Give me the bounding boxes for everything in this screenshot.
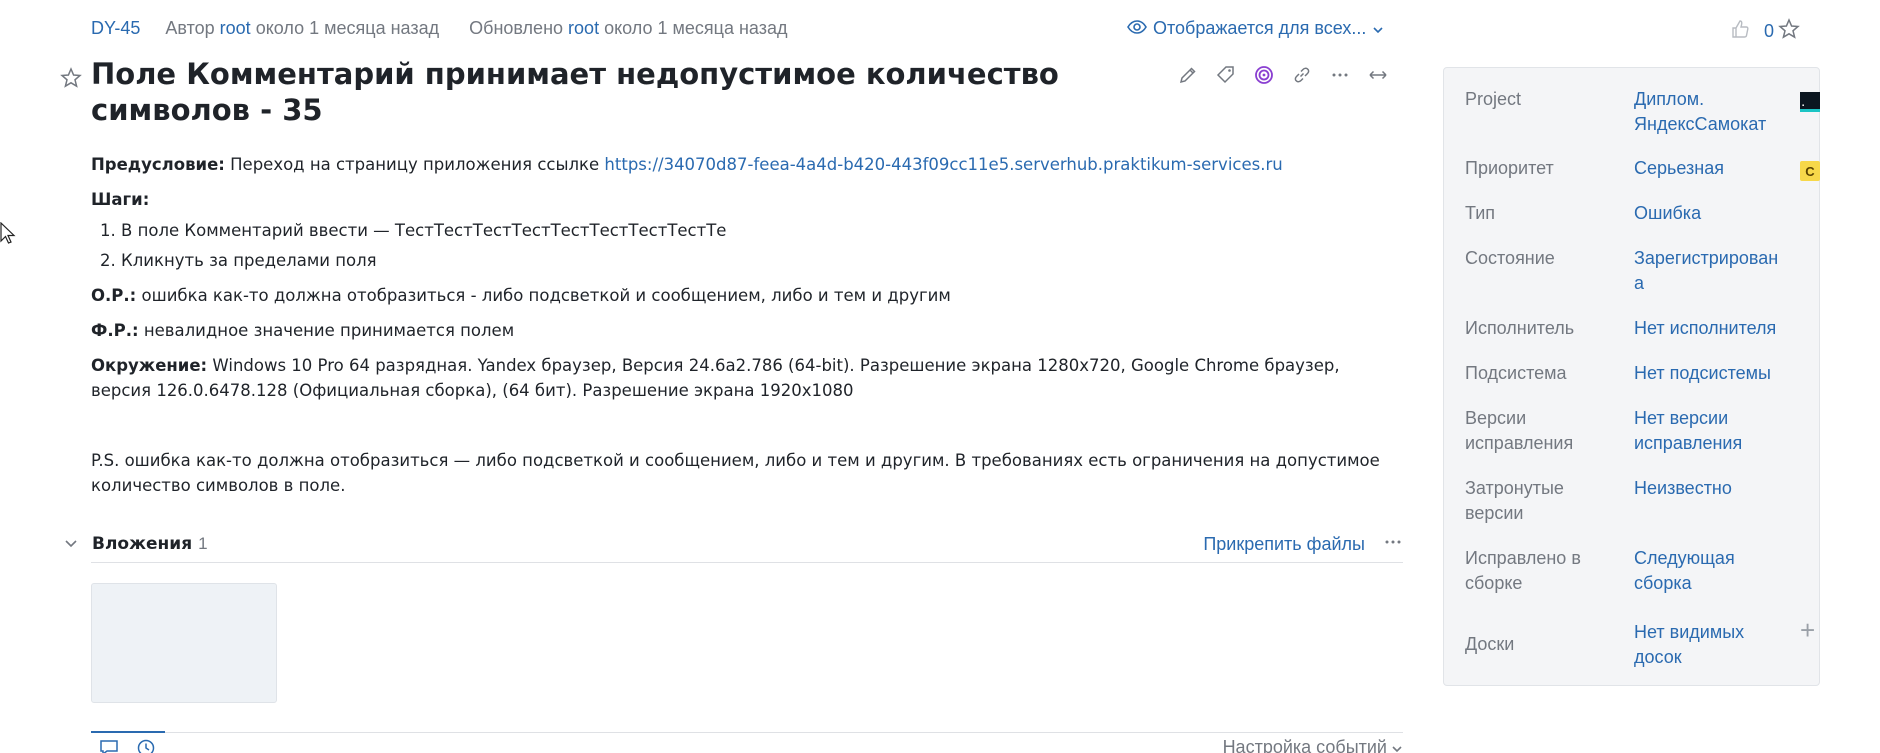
precondition-link[interactable]: https://34070d87-feea-4a4d-b420-443f09cc… xyxy=(604,155,1282,174)
collapse-chevron-icon[interactable] xyxy=(64,535,84,553)
issue-meta: DY-45 Автор root около 1 месяца назад Об… xyxy=(91,18,788,39)
field-value-fix-versions[interactable]: Нет версии исправления xyxy=(1634,406,1764,456)
vote-count: 0 xyxy=(1764,21,1775,41)
comments-tab-icon[interactable] xyxy=(99,739,119,753)
field-key: Доски xyxy=(1465,634,1515,654)
chevron-down-icon xyxy=(1391,737,1403,753)
eye-icon xyxy=(1127,18,1147,39)
attachments-actions: Прикрепить файлы xyxy=(1203,532,1403,557)
attach-files-button[interactable]: Прикрепить файлы xyxy=(1203,534,1365,555)
attachment-thumbnail[interactable] xyxy=(91,583,277,703)
ai-assistant-icon[interactable] xyxy=(1253,64,1275,86)
steps-heading: Шаги: xyxy=(91,187,1403,212)
field-key: Исполнитель xyxy=(1465,318,1575,338)
field-value-boards[interactable]: Нет видимых досок xyxy=(1634,620,1764,670)
attachments-count: 1 xyxy=(198,534,208,553)
field-key: Приоритет xyxy=(1465,158,1554,178)
event-settings-label: Настройка событий xyxy=(1222,737,1387,753)
field-key: Версии исправления xyxy=(1465,408,1574,453)
visibility-dropdown[interactable]: Отображается для всех... xyxy=(1127,18,1384,39)
expected-result-paragraph: О.Р.: ошибка как-то должна отобразиться … xyxy=(91,283,1403,308)
field-value-fixed-in-build[interactable]: Следующая сборка xyxy=(1634,546,1744,596)
chevron-down-icon xyxy=(1372,18,1384,39)
field-key: Тип xyxy=(1465,203,1496,223)
issue-fields-panel: Project Диплом. ЯндексСамокат ▪ Приорите… xyxy=(1443,67,1820,686)
environment-text: Windows 10 Pro 64 разрядная. Yandex брау… xyxy=(91,356,1340,400)
actual-text: невалидное значение принимается полем xyxy=(143,321,515,340)
visibility-label: Отображается для всех... xyxy=(1153,18,1367,38)
environment-label: Окружение: xyxy=(91,356,208,375)
mouse-cursor-icon xyxy=(0,221,16,251)
precondition-text: Переход на страницу приложения ссылке xyxy=(230,155,600,174)
attachments-header: Вложения 1 Прикрепить файлы xyxy=(64,526,1403,562)
steps-label: Шаги: xyxy=(91,190,150,209)
actual-result-paragraph: Ф.Р.: невалидное значение принимается по… xyxy=(91,318,1403,343)
field-value-assignee[interactable]: Нет исполнителя xyxy=(1634,316,1814,341)
field-key: Исправлено в сборке xyxy=(1465,548,1581,593)
history-clock-icon[interactable] xyxy=(137,739,155,753)
link-icon[interactable] xyxy=(1291,64,1313,86)
favorite-star-icon[interactable] xyxy=(60,67,82,94)
thumbs-up-icon[interactable] xyxy=(1730,19,1750,44)
issue-description: Предусловие: Переход на страницу приложе… xyxy=(91,152,1403,508)
field-value-subsystem[interactable]: Нет подсистемы xyxy=(1634,361,1814,386)
list-item: Кликнуть за пределами поля xyxy=(121,248,1403,273)
updated-prefix: Обновлено xyxy=(469,18,564,38)
field-key: Project xyxy=(1465,89,1522,109)
issue-id-link[interactable]: DY-45 xyxy=(91,18,140,38)
field-value-state[interactable]: Зарегистрирована xyxy=(1634,246,1784,296)
precondition-paragraph: Предусловие: Переход на страницу приложе… xyxy=(91,152,1403,177)
event-settings-dropdown[interactable]: Настройка событий xyxy=(1223,737,1403,753)
author-link[interactable]: root xyxy=(220,18,251,38)
updated-time: около 1 месяца назад xyxy=(604,18,788,38)
expected-text: ошибка как-то должна отобразиться - либо… xyxy=(141,286,951,305)
project-avatar-icon: ▪ xyxy=(1800,92,1820,112)
issue-actions-top: 0 xyxy=(1730,18,1800,45)
more-icon[interactable] xyxy=(1329,64,1351,86)
active-tab-indicator xyxy=(91,731,165,733)
precondition-label: Предусловие: xyxy=(91,155,225,174)
created-time: около 1 месяца назад xyxy=(255,18,440,38)
field-value-type[interactable]: Ошибка xyxy=(1634,201,1784,226)
field-value-project[interactable]: Диплом. ЯндексСамокат xyxy=(1634,87,1784,137)
expected-label: О.Р.: xyxy=(91,286,137,305)
list-item: В поле Комментарий ввести — ТестТестТест… xyxy=(121,218,1403,243)
environment-paragraph: Окружение: Windows 10 Pro 64 разрядная. … xyxy=(91,353,1403,403)
author-prefix: Автор xyxy=(165,18,215,38)
expand-width-icon[interactable] xyxy=(1367,64,1389,86)
divider xyxy=(91,562,1403,563)
title-toolbar xyxy=(1177,64,1389,86)
issue-title: Поле Комментарий принимает недопустимое … xyxy=(91,57,1059,127)
tag-icon[interactable] xyxy=(1215,64,1237,86)
attachments-more-icon[interactable] xyxy=(1383,532,1403,557)
ps-paragraph: P.S. ошибка как-то должна отобразиться —… xyxy=(91,451,1380,495)
field-key: Подсистема xyxy=(1465,363,1567,383)
star-icon[interactable] xyxy=(1778,18,1800,45)
field-value-affected-versions[interactable]: Неизвестно xyxy=(1634,476,1784,501)
edit-pencil-icon[interactable] xyxy=(1177,64,1199,86)
updater-link[interactable]: root xyxy=(568,18,599,38)
attachments-label: Вложения xyxy=(92,534,193,554)
activity-tabs: Настройка событий xyxy=(91,731,1403,753)
actual-label: Ф.Р.: xyxy=(91,321,139,340)
add-board-plus-icon[interactable]: + xyxy=(1800,617,1815,643)
field-value-priority[interactable]: Серьезная xyxy=(1634,156,1784,181)
field-key: Состояние xyxy=(1465,248,1555,268)
field-key: Затронутые версии xyxy=(1465,478,1564,523)
priority-badge: С xyxy=(1800,161,1820,181)
steps-list: В поле Комментарий ввести — ТестТестТест… xyxy=(121,218,1403,273)
